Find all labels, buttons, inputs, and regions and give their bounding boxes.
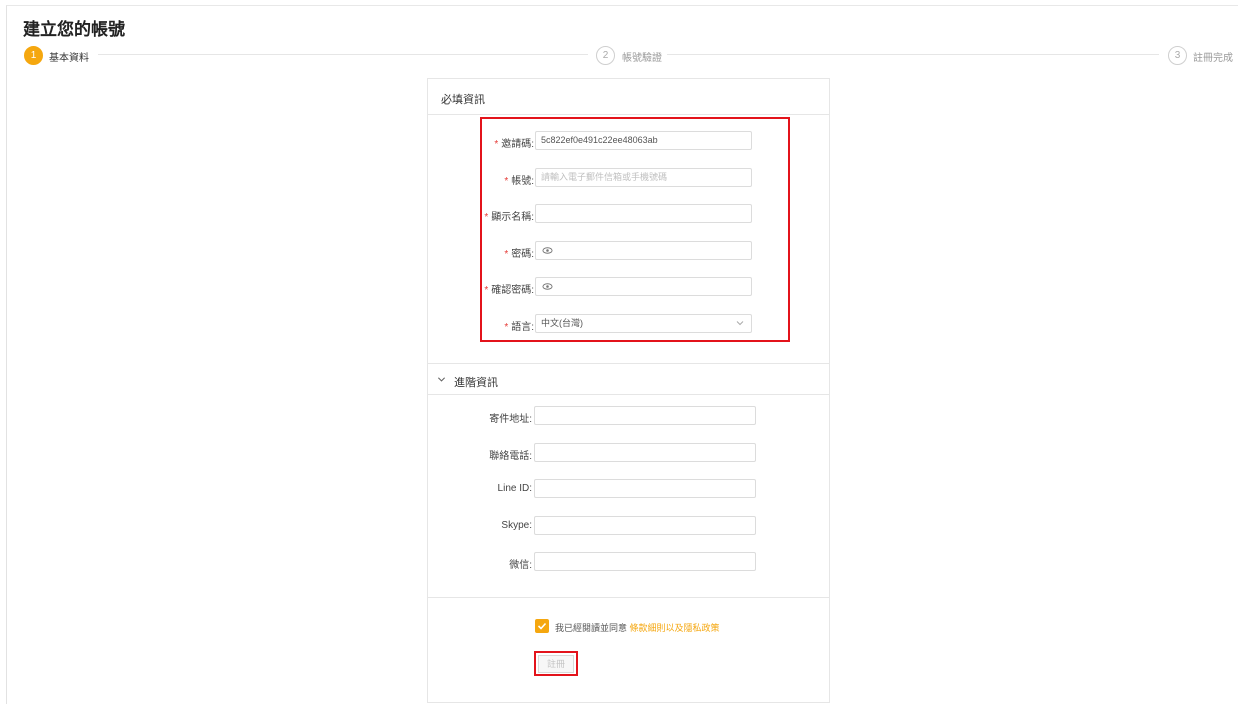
required-section-header: 必填資訊 [428,79,829,115]
terms-privacy-link[interactable]: 條款細則以及隱私政策 [630,623,720,633]
agreement-text: 我已經閱讀並同意 條款細則以及隱私政策 [555,623,720,633]
phone-label: 聯絡電話: [489,451,532,462]
skype-label: Skype: [501,520,532,531]
mailing-address-input[interactable] [534,406,756,425]
phone-input[interactable] [534,443,756,462]
step-1-circle: 1 [24,46,43,65]
mailing-address-label: 寄件地址: [489,414,532,425]
step-connector [98,54,588,55]
step-1-label: 基本資料 [49,53,89,64]
highlight-required-fields [480,117,790,342]
checkmark-icon [537,622,547,630]
page-title: 建立您的帳號 [23,20,125,39]
advanced-section-title: 進階資訊 [454,377,498,389]
registration-form-card: 必填資訊 * 邀請碼: 5c822ef0e491c22ee48063ab * 帳號:… [427,78,830,703]
section-divider [428,597,829,598]
line-id-input[interactable] [534,479,756,498]
step-connector [667,54,1159,55]
wechat-label: 微信: [509,560,532,571]
wechat-input[interactable] [534,552,756,571]
step-2-circle: 2 [596,46,615,65]
chevron-down-icon[interactable] [437,375,446,384]
register-button[interactable]: 註冊 [538,655,574,673]
advanced-section-header[interactable]: 進階資訊 [428,364,829,395]
agree-checkbox[interactable] [535,619,549,633]
line-id-label: Line ID: [497,483,532,494]
step-2-label: 帳號驗證 [622,53,662,64]
required-section-title: 必填資訊 [441,94,485,106]
skype-input[interactable] [534,516,756,535]
step-3-circle: 3 [1168,46,1187,65]
step-3-label: 註冊完成 [1193,53,1233,64]
